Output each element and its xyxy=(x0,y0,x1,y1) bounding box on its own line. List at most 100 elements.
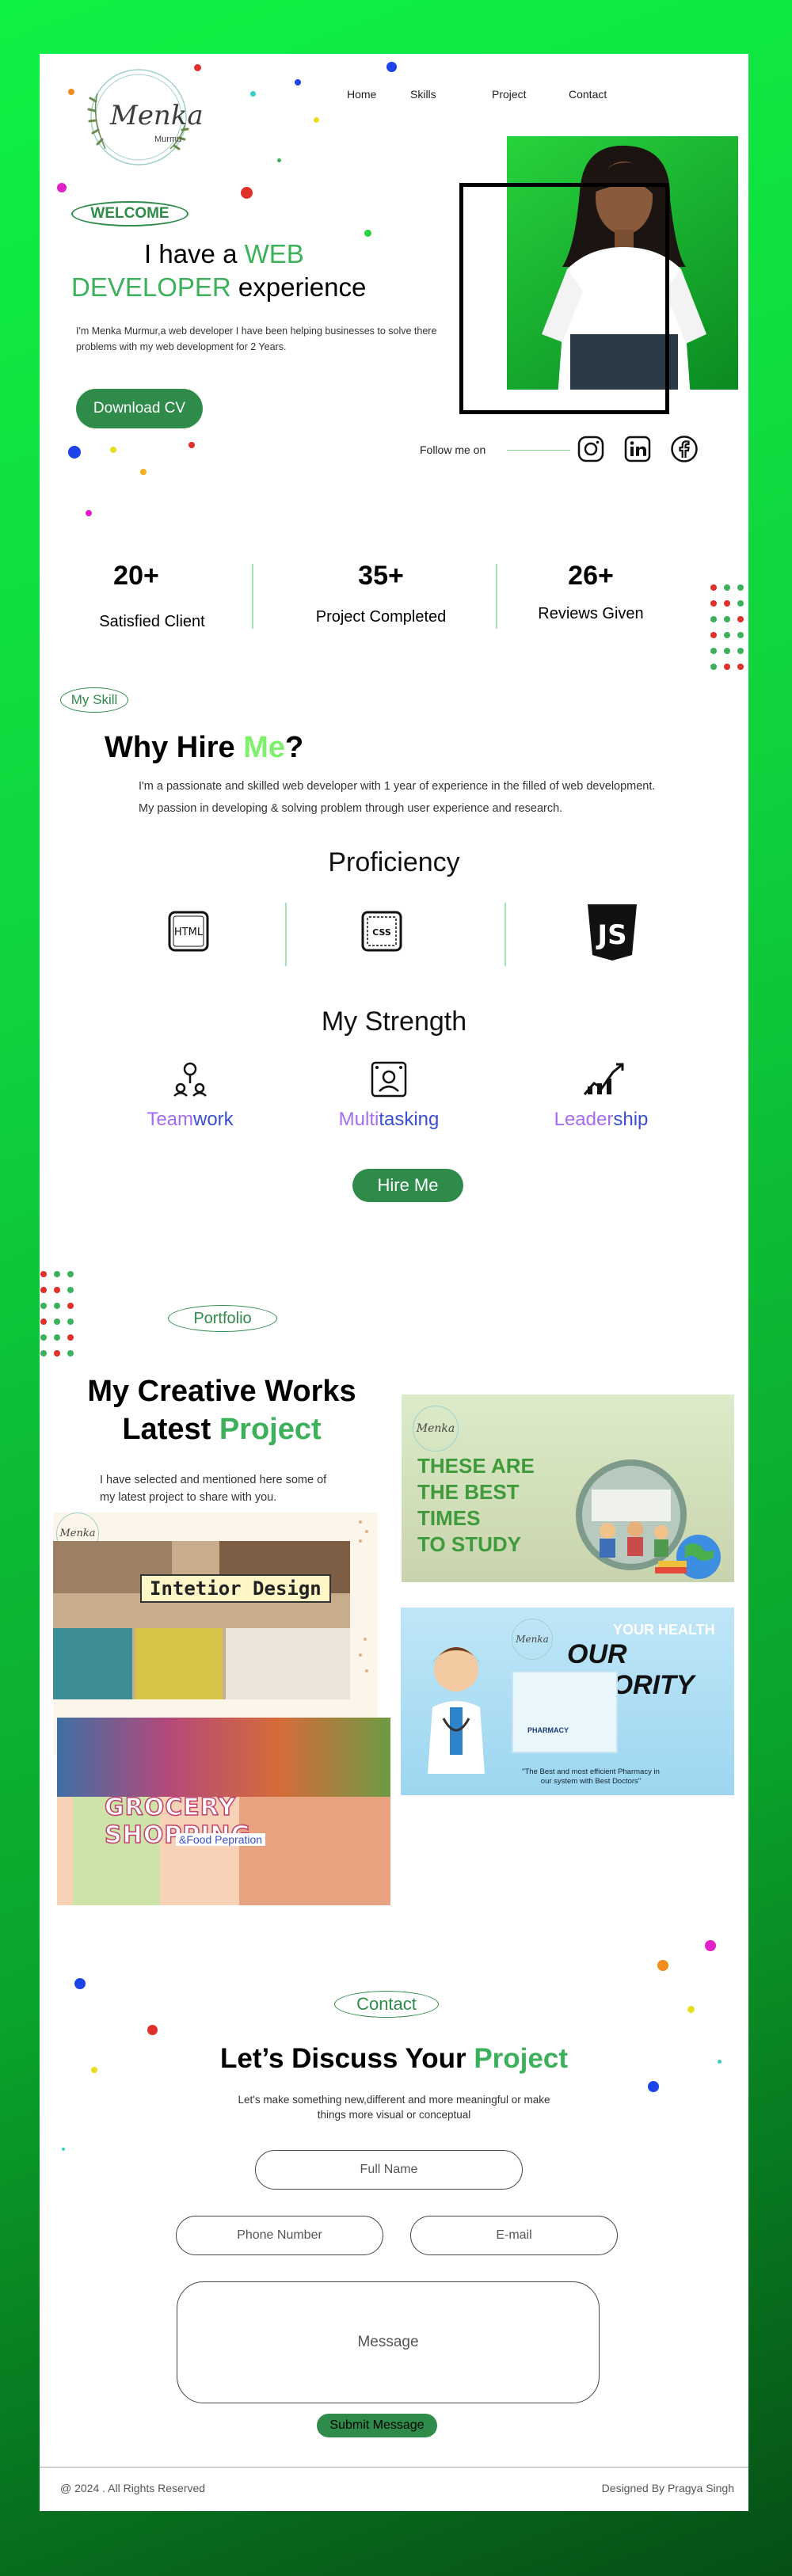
portfolio-badge: Portfolio xyxy=(168,1305,277,1332)
interior-photo-collage xyxy=(53,1541,350,1699)
strength-leadership: Leadership xyxy=(522,1109,680,1131)
hero-desc-line: problems with my web development for 2 Y… xyxy=(76,341,287,352)
strength-label-part: ship xyxy=(613,1109,649,1130)
card-health-caption: "The Best and most efficient Pharmacy in… xyxy=(520,1767,662,1786)
card-logo: Menka xyxy=(413,1406,459,1452)
stat-divider xyxy=(252,564,253,629)
hero-title-part: experience xyxy=(230,272,367,302)
decor-dot xyxy=(657,1960,668,1971)
doctor-illustration xyxy=(428,1647,485,1774)
decor-dot xyxy=(314,117,319,123)
project-card-study[interactable]: Menka THESE ARE THE BEST TIMES TO STUDY xyxy=(402,1395,734,1582)
decor-dot xyxy=(705,1940,716,1951)
javascript-icon: JS xyxy=(586,903,638,961)
stat-number: 35+ xyxy=(358,561,404,591)
follow-divider xyxy=(507,450,570,451)
grocery-shelf-photo xyxy=(57,1718,390,1797)
proficiency-heading: Proficiency xyxy=(328,847,460,877)
facebook-icon[interactable] xyxy=(670,435,699,463)
portfolio-desc-line: I have selected and mentioned here some … xyxy=(100,1474,327,1486)
contact-title-part: Let’s Discuss Your xyxy=(220,2043,474,2074)
skills-title-part: Why Hire xyxy=(105,731,244,764)
decor-dot xyxy=(364,230,371,237)
strength-teamwork: Teamwork xyxy=(111,1109,269,1131)
skills-desc-line: My passion in developing & solving probl… xyxy=(139,802,563,815)
card-study-line: THE BEST xyxy=(417,1480,520,1504)
project-card-health[interactable]: Menka YOUR HEALTH OUR PRIORITY PHARMACY … xyxy=(401,1608,734,1795)
decor-dot xyxy=(194,64,201,71)
project-card-grocery[interactable]: GROCERY SHOPPING &Food Pepration xyxy=(57,1718,390,1905)
welcome-badge: WELCOME xyxy=(71,201,188,226)
css-icon-label: CSS xyxy=(372,927,391,938)
portfolio-desc-line: my latest project to share with you. xyxy=(100,1491,277,1504)
proficiency-divider xyxy=(505,903,506,966)
nav-contact[interactable]: Contact xyxy=(569,88,607,101)
decor-dot xyxy=(250,91,256,97)
brand-logo[interactable]: Menka Murmu xyxy=(83,62,204,173)
decor-dot xyxy=(68,446,81,459)
strength-label-part: work xyxy=(193,1109,234,1130)
footer-credit: Designed By Pragya Singh xyxy=(601,2482,734,2494)
stat-label: Satisfied Client xyxy=(99,613,205,630)
contact-desc-line: Let's make something new,different and m… xyxy=(238,2094,550,2106)
strength-label-part: tasking xyxy=(379,1109,440,1130)
hire-me-button[interactable]: Hire Me xyxy=(352,1169,463,1202)
html-icon-label: HTML xyxy=(174,927,204,938)
portfolio-description: I have selected and mentioned here some … xyxy=(100,1471,361,1506)
portfolio-title-line: My Creative Works xyxy=(87,1375,356,1408)
leadership-icon xyxy=(581,1060,626,1098)
portfolio-title-highlight: Project xyxy=(219,1413,322,1446)
decor-dot xyxy=(140,469,147,475)
decor-dot xyxy=(648,2081,659,2092)
download-cv-button[interactable]: Download CV xyxy=(76,389,203,428)
linkedin-icon[interactable] xyxy=(623,435,652,463)
decor-dot-grid xyxy=(710,584,744,670)
hero-description: I'm Menka Murmur,a web developer I have … xyxy=(76,323,488,355)
email-field[interactable]: E-mail xyxy=(410,2216,618,2255)
portfolio-title: My Creative Works Latest Project xyxy=(55,1372,388,1448)
instagram-icon[interactable] xyxy=(577,435,605,463)
classroom-illustration xyxy=(576,1459,721,1579)
hero-title-highlight: WEB xyxy=(244,239,304,268)
card-study-text: THESE ARE THE BEST TIMES TO STUDY xyxy=(417,1453,535,1558)
card-health-caption-line: "The Best and most efficient Pharmacy in xyxy=(522,1767,660,1776)
phone-number-field[interactable]: Phone Number xyxy=(176,2216,383,2255)
decor-dot xyxy=(241,187,253,199)
card-pharmacy-sign: PHARMACY xyxy=(527,1726,569,1734)
logo-name: Menka xyxy=(110,100,204,131)
hero-title: I have a WEB DEVELOPER experience xyxy=(71,238,436,304)
decor-dot xyxy=(86,510,92,516)
teamwork-icon xyxy=(171,1060,209,1098)
pharmacy-illustration xyxy=(512,1671,618,1753)
submit-message-button[interactable]: Submit Message xyxy=(317,2414,437,2437)
decor-dot xyxy=(295,79,301,86)
skills-title-highlight: Me xyxy=(243,731,286,764)
stat-number: 26+ xyxy=(568,561,614,591)
card-study-line: TIMES xyxy=(417,1506,481,1530)
card-health-line1: YOUR HEALTH xyxy=(613,1622,715,1638)
nav-skills[interactable]: Skills xyxy=(410,88,436,101)
multitasking-icon xyxy=(369,1060,409,1099)
hero-title-highlight: DEVELOPER xyxy=(71,272,231,302)
decor-dot xyxy=(62,2148,65,2151)
nav-home[interactable]: Home xyxy=(347,88,376,101)
card-interior-title: Intetior Design xyxy=(140,1574,331,1603)
skills-title: Why Hire Me? xyxy=(105,731,303,765)
stat-number: 20+ xyxy=(113,561,159,591)
message-field[interactable]: Message xyxy=(177,2281,600,2403)
html-icon: HTML xyxy=(166,909,211,953)
contact-badge: Contact xyxy=(334,1991,439,2018)
stat-label: Reviews Given xyxy=(538,605,644,622)
card-study-line: TO STUDY xyxy=(417,1532,521,1556)
card-health-caption-line: our system with Best Doctors" xyxy=(540,1777,642,1786)
hero-desc-line: I'm Menka Murmur,a web developer I have … xyxy=(76,325,437,337)
card-study-line: THESE ARE xyxy=(417,1454,535,1478)
decor-dot xyxy=(386,62,397,72)
full-name-field[interactable]: Full Name xyxy=(255,2150,523,2190)
decor-dot xyxy=(277,158,281,162)
follow-label: Follow me on xyxy=(420,443,486,456)
js-icon-label: JS xyxy=(596,919,626,951)
nav-project[interactable]: Project xyxy=(492,88,527,101)
card-grocery-subtitle: &Food Pepration xyxy=(176,1833,266,1846)
strength-label-part: Leader xyxy=(554,1109,614,1130)
